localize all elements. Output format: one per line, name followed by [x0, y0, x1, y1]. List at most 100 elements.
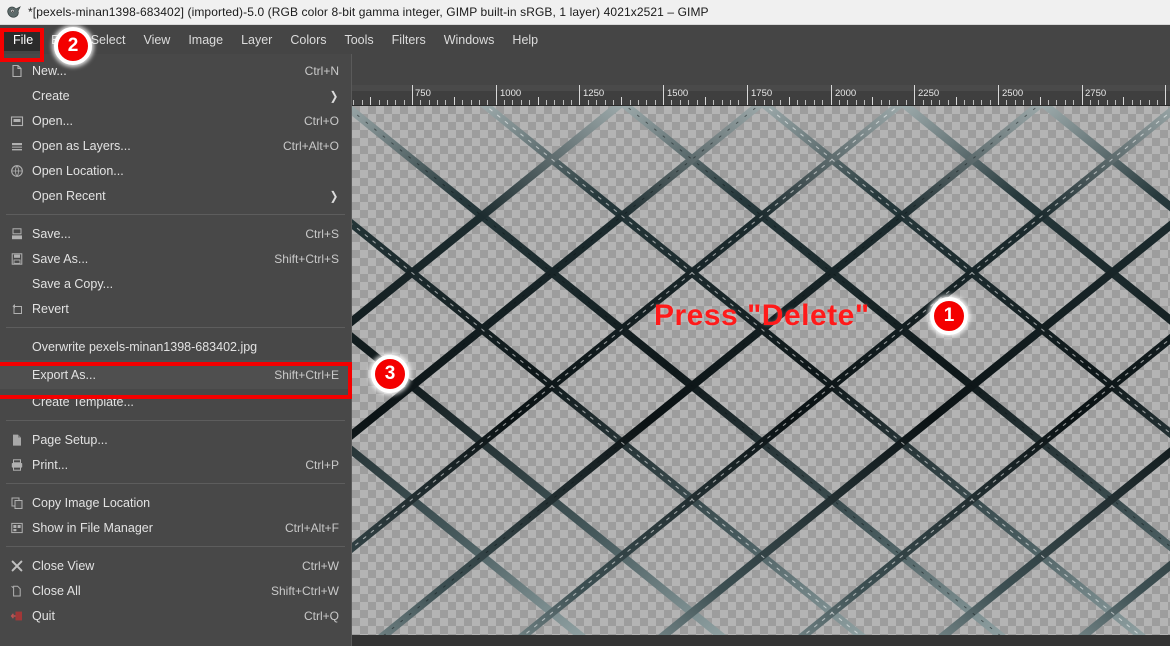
- menu-item-revert[interactable]: Revert: [0, 296, 351, 321]
- menu-item-page-setup[interactable]: Page Setup...: [0, 427, 351, 452]
- menu-item-accel: Shift+Ctrl+S: [274, 251, 339, 266]
- ruler-minor-tick: [1123, 97, 1124, 105]
- menu-item-open-location[interactable]: Open Location...: [0, 158, 351, 183]
- ruler-minor-tick: [571, 100, 572, 105]
- menu-item-open-recent[interactable]: Open Recent ❯: [0, 183, 351, 208]
- ruler-minor-tick: [420, 100, 421, 105]
- menubar-item-windows[interactable]: Windows: [435, 29, 504, 51]
- menu-item-label: Save a Copy...: [32, 276, 114, 291]
- submenu-chevron-right-icon: ❯: [329, 188, 339, 203]
- ruler-label: 1500: [667, 88, 689, 99]
- ruler-minor-tick: [1073, 100, 1074, 105]
- ruler-minor-tick: [671, 100, 672, 105]
- ruler-label: 2500: [1002, 88, 1024, 99]
- annotation-press-delete: Press "Delete": [654, 299, 870, 332]
- menu-item-quit[interactable]: Quit Ctrl+Q: [0, 603, 351, 628]
- close-all-icon: [8, 582, 26, 600]
- ruler-minor-tick: [630, 100, 631, 105]
- menu-item-show-in-file-manager[interactable]: Show in File Manager Ctrl+Alt+F: [0, 515, 351, 540]
- menu-item-export-as[interactable]: Export As... Shift+Ctrl+E: [0, 360, 351, 389]
- ruler-minor-tick: [638, 100, 639, 105]
- menu-item-create-template[interactable]: Create Template...: [0, 389, 351, 414]
- menu-item-label: Quit: [32, 608, 55, 623]
- ruler-minor-tick: [923, 100, 924, 105]
- ruler-minor-tick: [1149, 100, 1150, 105]
- menu-item-open-as-layers[interactable]: Open as Layers... Ctrl+Alt+O: [0, 133, 351, 158]
- step-badge-2: 2: [54, 27, 92, 65]
- ruler-minor-tick: [889, 100, 890, 105]
- menu-item-label: Open Location...: [32, 163, 124, 178]
- blank-icon: [8, 87, 26, 105]
- menubar-item-view[interactable]: View: [134, 29, 179, 51]
- window-title: *[pexels-minan1398-683402] (imported)-5.…: [28, 5, 709, 19]
- ruler-minor-tick: [596, 100, 597, 105]
- ruler-minor-tick: [370, 97, 371, 105]
- ruler-minor-tick: [713, 100, 714, 105]
- ruler-minor-tick: [379, 100, 380, 105]
- menu-item-open[interactable]: Open... Ctrl+O: [0, 108, 351, 133]
- blank-icon: [8, 393, 26, 411]
- ruler-label: 2000: [835, 88, 857, 99]
- menu-item-save-as[interactable]: Save As... Shift+Ctrl+S: [0, 246, 351, 271]
- ruler-minor-tick: [1065, 100, 1066, 105]
- ruler-minor-tick: [856, 100, 857, 105]
- quit-icon: [8, 607, 26, 625]
- menu-item-save-a-copy[interactable]: Save a Copy...: [0, 271, 351, 296]
- menu-item-accel: Ctrl+O: [303, 113, 339, 128]
- ruler-minor-tick: [445, 100, 446, 105]
- menu-item-label: Print...: [32, 457, 69, 472]
- menu-item-save[interactable]: Save... Ctrl+S: [0, 221, 351, 246]
- ruler-minor-tick: [814, 100, 815, 105]
- menu-item-create[interactable]: Create ❯: [0, 83, 351, 108]
- ruler-minor-tick: [1132, 100, 1133, 105]
- menu-item-close-all[interactable]: Close All Shift+Ctrl+W: [0, 578, 351, 603]
- ruler-minor-tick: [454, 97, 455, 105]
- ruler-minor-tick: [1090, 100, 1091, 105]
- ruler-minor-tick: [487, 100, 488, 105]
- ruler-minor-tick: [931, 100, 932, 105]
- menubar-item-tools[interactable]: Tools: [335, 29, 382, 51]
- blank-icon: [8, 187, 26, 205]
- image-viewport[interactable]: [352, 106, 1170, 639]
- horizontal-ruler[interactable]: 750 1000 1250 1500 1750 2000 2250 2500 2750: [352, 85, 1170, 106]
- ruler-minor-tick: [805, 100, 806, 105]
- menu-separator: [6, 214, 345, 215]
- menu-item-label: New...: [32, 63, 67, 78]
- menu-item-close-view[interactable]: Close View Ctrl+W: [0, 553, 351, 578]
- ruler-minor-tick: [429, 100, 430, 105]
- menu-item-label: Export As...: [32, 367, 96, 382]
- menu-item-label: Page Setup...: [32, 432, 108, 447]
- menu-item-print[interactable]: Print... Ctrl+P: [0, 452, 351, 477]
- ruler-minor-tick: [529, 100, 530, 105]
- menubar-item-help[interactable]: Help: [503, 29, 547, 51]
- menubar-item-image[interactable]: Image: [179, 29, 232, 51]
- ruler-minor-tick: [1040, 97, 1041, 105]
- ruler-minor-tick: [362, 100, 363, 105]
- ruler-major-tick: [663, 85, 664, 105]
- menu-item-accel: Ctrl+S: [305, 226, 339, 241]
- menu-item-label: Open Recent: [32, 188, 106, 203]
- menubar-item-filters[interactable]: Filters: [383, 29, 435, 51]
- menu-item-overwrite[interactable]: Overwrite pexels-minan1398-683402.jpg: [0, 334, 351, 360]
- menu-item-label: Open...: [32, 113, 73, 128]
- file-dropdown-menu[interactable]: New... Ctrl+N Create ❯ Open... Ctrl+O Op…: [0, 54, 352, 646]
- blank-icon: [8, 275, 26, 293]
- menu-item-accel: Ctrl+N: [304, 63, 339, 78]
- menubar-item-file[interactable]: File: [4, 28, 43, 51]
- ruler-minor-tick: [680, 100, 681, 105]
- menu-item-label: Copy Image Location: [32, 495, 151, 510]
- ruler-minor-tick: [847, 100, 848, 105]
- menubar-item-layer[interactable]: Layer: [232, 29, 281, 51]
- menu-item-copy-image-location[interactable]: Copy Image Location: [0, 490, 351, 515]
- blank-icon: [8, 338, 26, 356]
- ruler-minor-tick: [906, 100, 907, 105]
- menubar-item-colors[interactable]: Colors: [281, 29, 335, 51]
- ruler-minor-tick: [697, 100, 698, 105]
- menu-item-label: Close View: [32, 558, 95, 573]
- ruler-minor-tick: [722, 100, 723, 105]
- menu-bar[interactable]: File Edit Select View Image Layer Colors…: [0, 25, 1170, 54]
- ruler-label: 1750: [751, 88, 773, 99]
- printer-icon: [8, 456, 26, 474]
- menu-item-new[interactable]: New... Ctrl+N: [0, 58, 351, 83]
- menu-item-label: Open as Layers...: [32, 138, 131, 153]
